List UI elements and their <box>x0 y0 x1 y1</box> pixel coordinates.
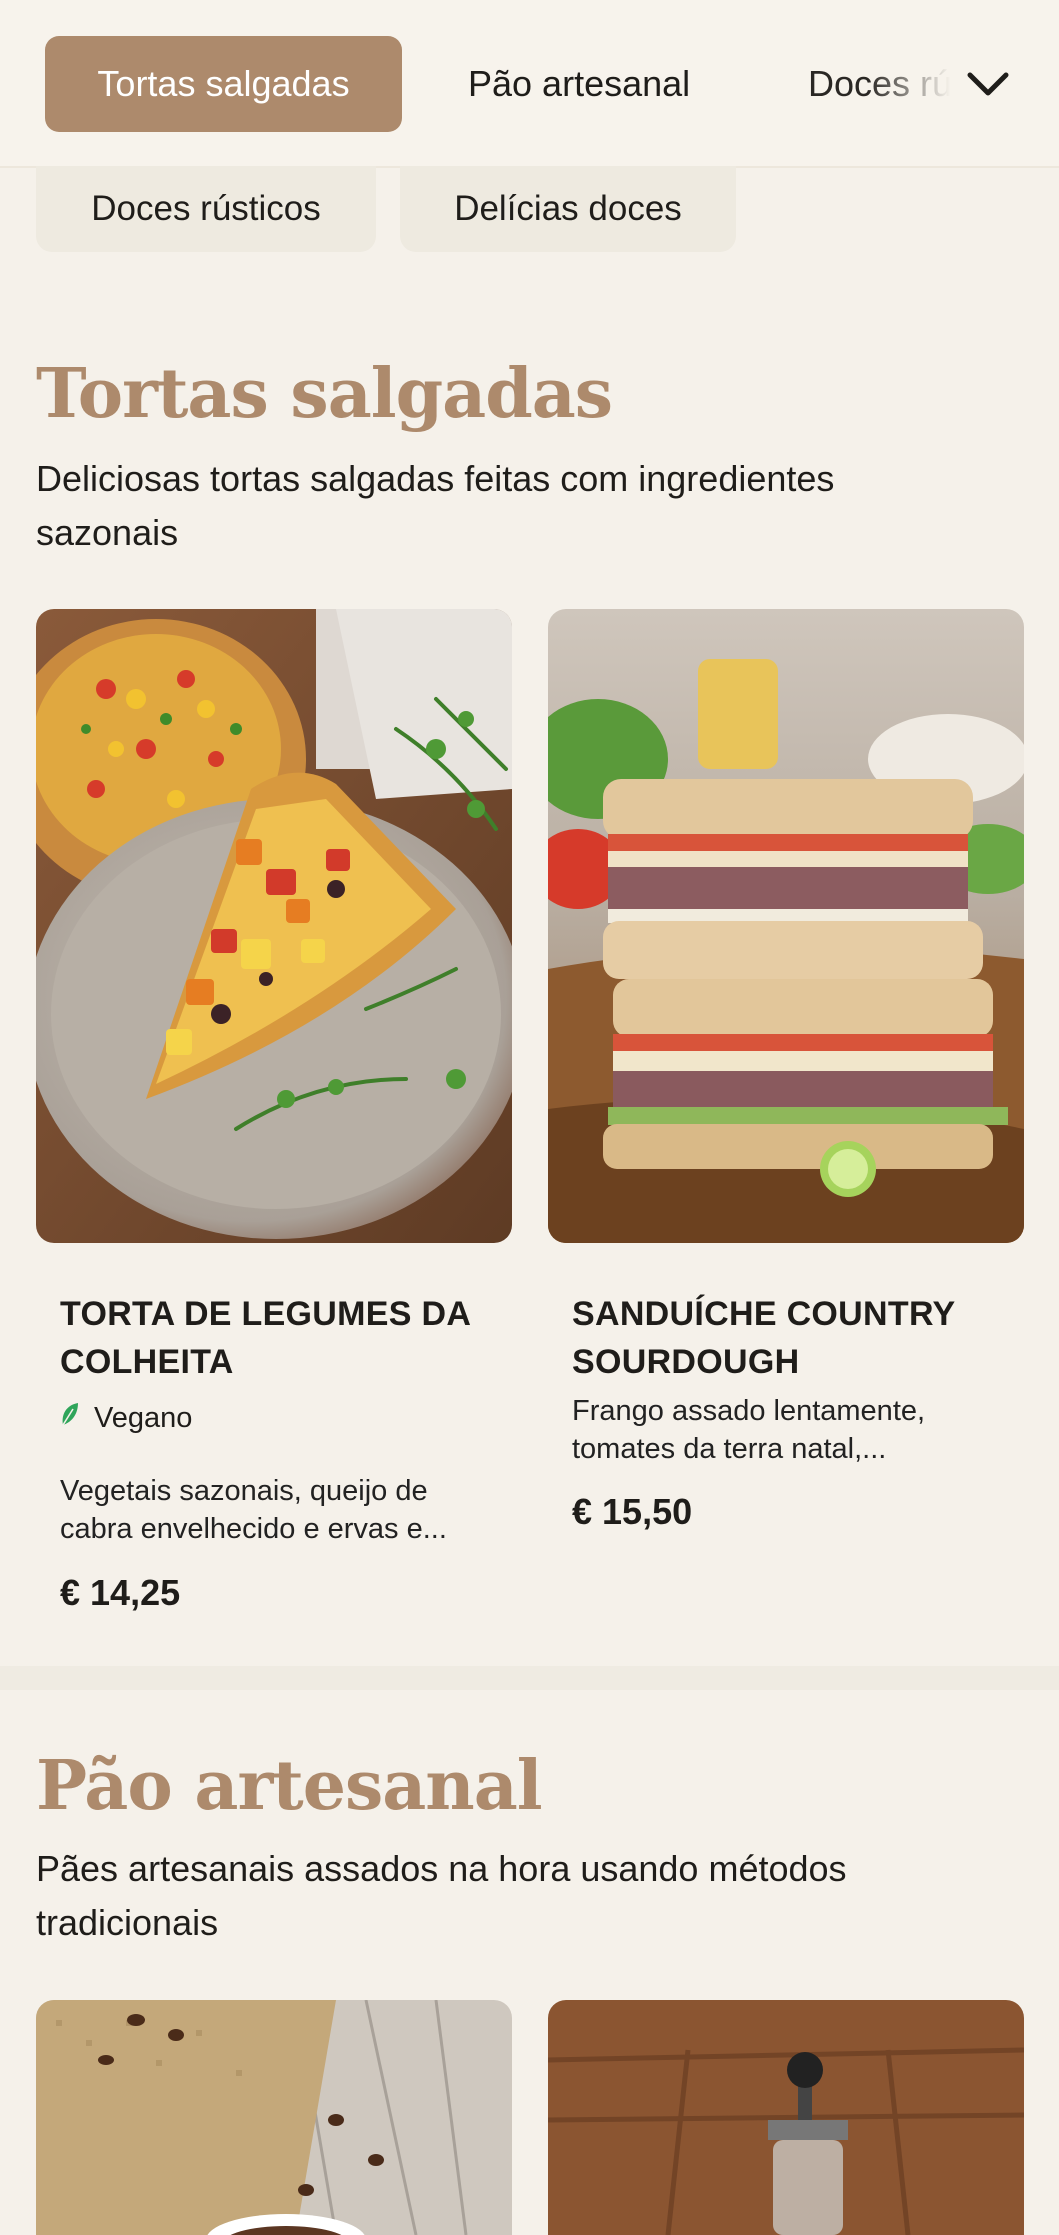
product-name-sanduiche-country[interactable]: SANDUÍCHE COUNTRY SOURDOUGH <box>572 1290 1012 1386</box>
section-title-tortas-salgadas: Tortas salgadas <box>36 354 613 434</box>
category-tab-pao-artesanal[interactable]: Pão artesanal <box>468 36 690 132</box>
category-bar: Tortas salgadas Pão artesanal Doces rúst… <box>0 0 1059 168</box>
product-description-sanduiche-country: Frango assado lentamente, tomates da ter… <box>572 1395 926 1465</box>
section-description-pao-artesanal: Pães artesanais assados na hora usando m… <box>36 1848 847 1943</box>
dietary-tag-vegano: Vegano <box>60 1401 192 1435</box>
category-chip-delicias-doces[interactable]: Delícias doces <box>400 166 736 252</box>
product-image-pao-1[interactable] <box>36 2000 512 2235</box>
product-price-torta-legumes: € 14,25 <box>60 1572 181 1613</box>
leaf-icon <box>60 1401 80 1435</box>
dietary-tag-label: Vegano <box>94 1401 193 1434</box>
chevron-down-icon[interactable] <box>962 60 1014 108</box>
category-tab-doces-rusticos[interactable]: Doces rústicos <box>808 36 958 132</box>
section-title-pao-artesanal: Pão artesanal <box>36 1746 543 1826</box>
category-chip-doces-rusticos[interactable]: Doces rústicos <box>36 166 376 252</box>
product-image-pao-2[interactable] <box>548 2000 1024 2235</box>
section-divider <box>0 1666 1059 1690</box>
product-name-torta-legumes[interactable]: TORTA DE LEGUMES DA COLHEITA <box>60 1290 500 1386</box>
product-description-torta-legumes: Vegetais sazonais, queijo de cabra envel… <box>60 1475 447 1545</box>
category-tab-tortas-salgadas[interactable]: Tortas salgadas <box>45 36 402 132</box>
product-price-sanduiche-country: € 15,50 <box>572 1491 693 1532</box>
product-image-sanduiche-country[interactable] <box>548 609 1024 1243</box>
product-image-torta-legumes[interactable] <box>36 609 512 1243</box>
section-description-tortas-salgadas: Deliciosas tortas salgadas feitas com in… <box>36 458 835 553</box>
